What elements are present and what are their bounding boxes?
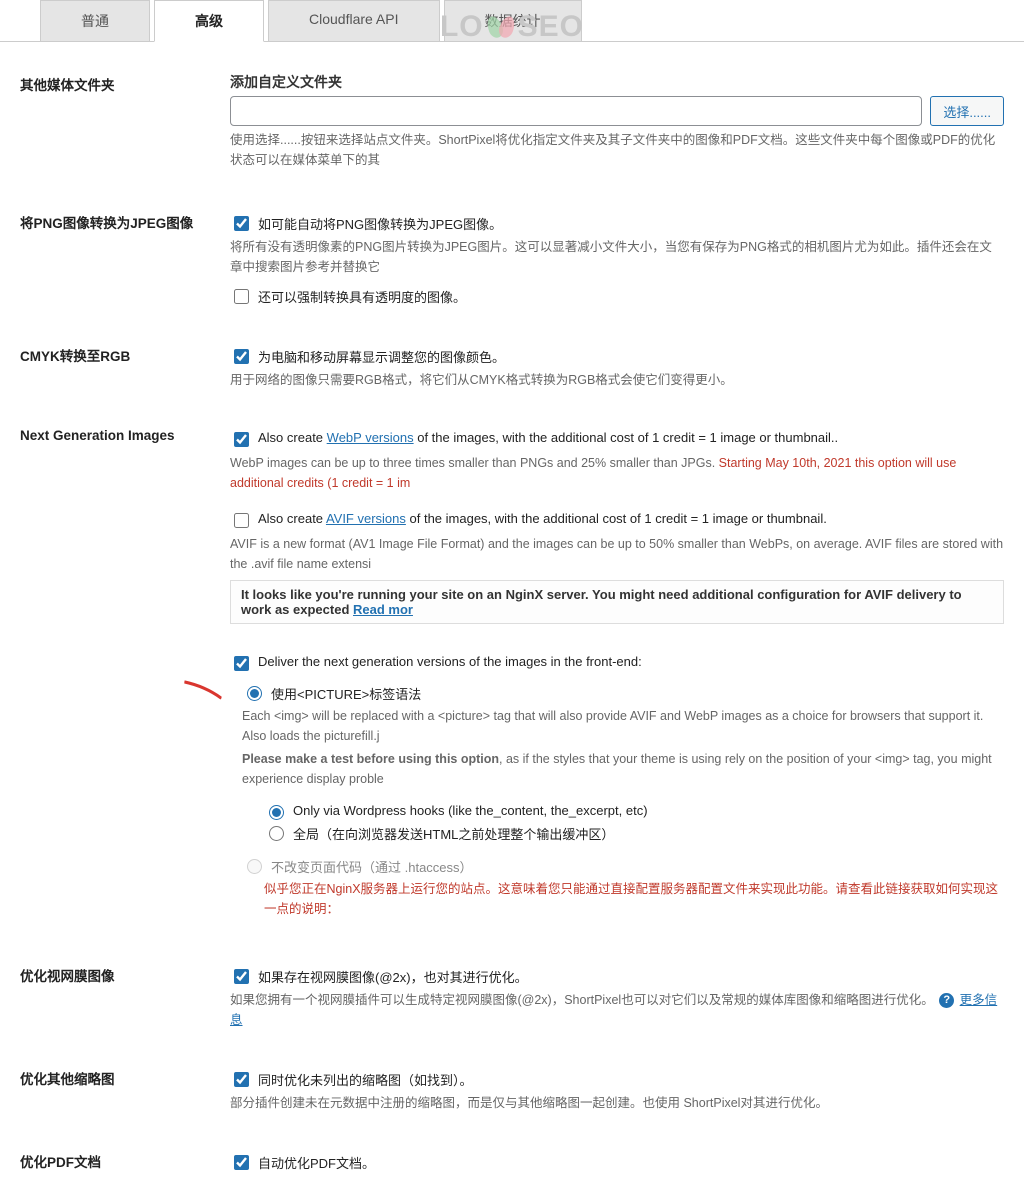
checkbox-avif[interactable] [234,513,249,528]
radio-htaccess [247,859,262,874]
checkbox-other-thumbs[interactable] [234,1072,249,1087]
label-retina: 优化视网膜图像 [20,963,230,1032]
checkbox-webp[interactable] [234,432,249,447]
link-read-more-nginx[interactable]: Read mor [353,602,413,617]
checkbox-pdf[interactable] [234,1155,249,1170]
label-other-folders: 其他媒体文件夹 [20,72,230,172]
desc-cmyk: 用于网络的图像只需要RGB格式，将它们从CMYK格式转换为RGB格式会使它们变得… [230,370,1004,390]
opt-webp-label: Also create WebP versions of the images,… [258,430,838,445]
desc-picture1: Each <img> will be replaced with a <pict… [242,706,1004,746]
radio-picture-tag[interactable] [247,686,262,701]
checkbox-deliver-nextgen[interactable] [234,656,249,671]
checkbox-cmyk[interactable] [234,349,249,364]
opt-other-thumbs-label: 同时优化未列出的缩略图（如找到）。 [258,1070,473,1089]
desc-other-thumbs: 部分插件创建未在元数据中注册的缩略图，而是仅与其他缩略图一起创建。也使用 Sho… [230,1093,1004,1113]
info-icon[interactable]: ? [939,993,954,1008]
desc-png2jpg: 将所有没有透明像素的PNG图片转换为JPEG图片。这可以显著减小文件大小，当您有… [230,237,1004,277]
tab-cloudflare[interactable]: Cloudflare API [268,0,440,41]
radio-global[interactable] [269,826,284,841]
radio-global-label: 全局（在向浏览器发送HTML之前处理整个输出缓冲区） [293,824,614,843]
desc-webp: WebP images can be up to three times sma… [230,453,1004,493]
opt-pdf-label: 自动优化PDF文档。 [258,1153,375,1172]
choose-folder-button[interactable]: 选择...... [930,96,1004,126]
heading-add-folder: 添加自定义文件夹 [230,72,1004,92]
opt-avif-label: Also create AVIF versions of the images,… [258,511,827,526]
radio-via-hooks-label: Only via Wordpress hooks (like the_conte… [293,803,648,818]
label-png2jpg: 将PNG图像转换为JPEG图像 [20,210,230,309]
label-pdf: 优化PDF文档 [20,1149,230,1175]
opt-png2jpg-label: 如可能自动将PNG图像转换为JPEG图像。 [258,214,502,233]
label-other-thumbs: 优化其他缩略图 [20,1066,230,1115]
tab-stats[interactable]: 数据统计 [444,0,582,41]
desc-retina: 如果您拥有一个视网膜插件可以生成特定视网膜图像(@2x)，ShortPixel也… [230,990,1004,1030]
radio-via-hooks[interactable] [269,805,284,820]
opt-cmyk-label: 为电脑和移动屏幕显示调整您的图像颜色。 [258,347,505,366]
opt-deliver-label: Deliver the next generation versions of … [258,654,642,669]
radio-picture-label: 使用<PICTURE>标签语法 [271,684,421,703]
warn-htaccess-nginx: 似乎您正在NginX服务器上运行您的站点。这意味着您只能通过直接配置服务器配置文… [264,879,1004,919]
link-avif-versions[interactable]: AVIF versions [326,511,406,526]
checkbox-retina[interactable] [234,969,249,984]
desc-folders: 使用选择......按钮来选择站点文件夹。ShortPixel将优化指定文件夹及… [230,130,1004,170]
folder-path-input[interactable] [230,96,922,126]
link-webp-versions[interactable]: WebP versions [327,430,414,445]
radio-htaccess-label: 不改变页面代码（通过 .htaccess） [271,857,473,876]
notice-nginx-avif: It looks like you're running your site o… [230,580,1004,624]
desc-picture2: Please make a test before using this opt… [242,749,1004,789]
opt-retina-label: 如果存在视网膜图像(@2x)，也对其进行优化。 [258,967,528,986]
label-nextgen: Next Generation Images [20,426,230,921]
tab-advanced[interactable]: 高级 [154,0,264,42]
label-cmyk: CMYK转换至RGB [20,343,230,392]
tab-bar: 普通 高级 Cloudflare API 数据统计 [0,0,1024,42]
settings-panel: 其他媒体文件夹 添加自定义文件夹 选择...... 使用选择......按钮来选… [0,42,1024,1201]
checkbox-png2jpg[interactable] [234,216,249,231]
tab-normal[interactable]: 普通 [40,0,150,41]
checkbox-force-transparent[interactable] [234,289,249,304]
opt-force-transparent-label: 还可以强制转换具有透明度的图像。 [258,287,466,306]
desc-avif: AVIF is a new format (AV1 Image File For… [230,534,1004,574]
